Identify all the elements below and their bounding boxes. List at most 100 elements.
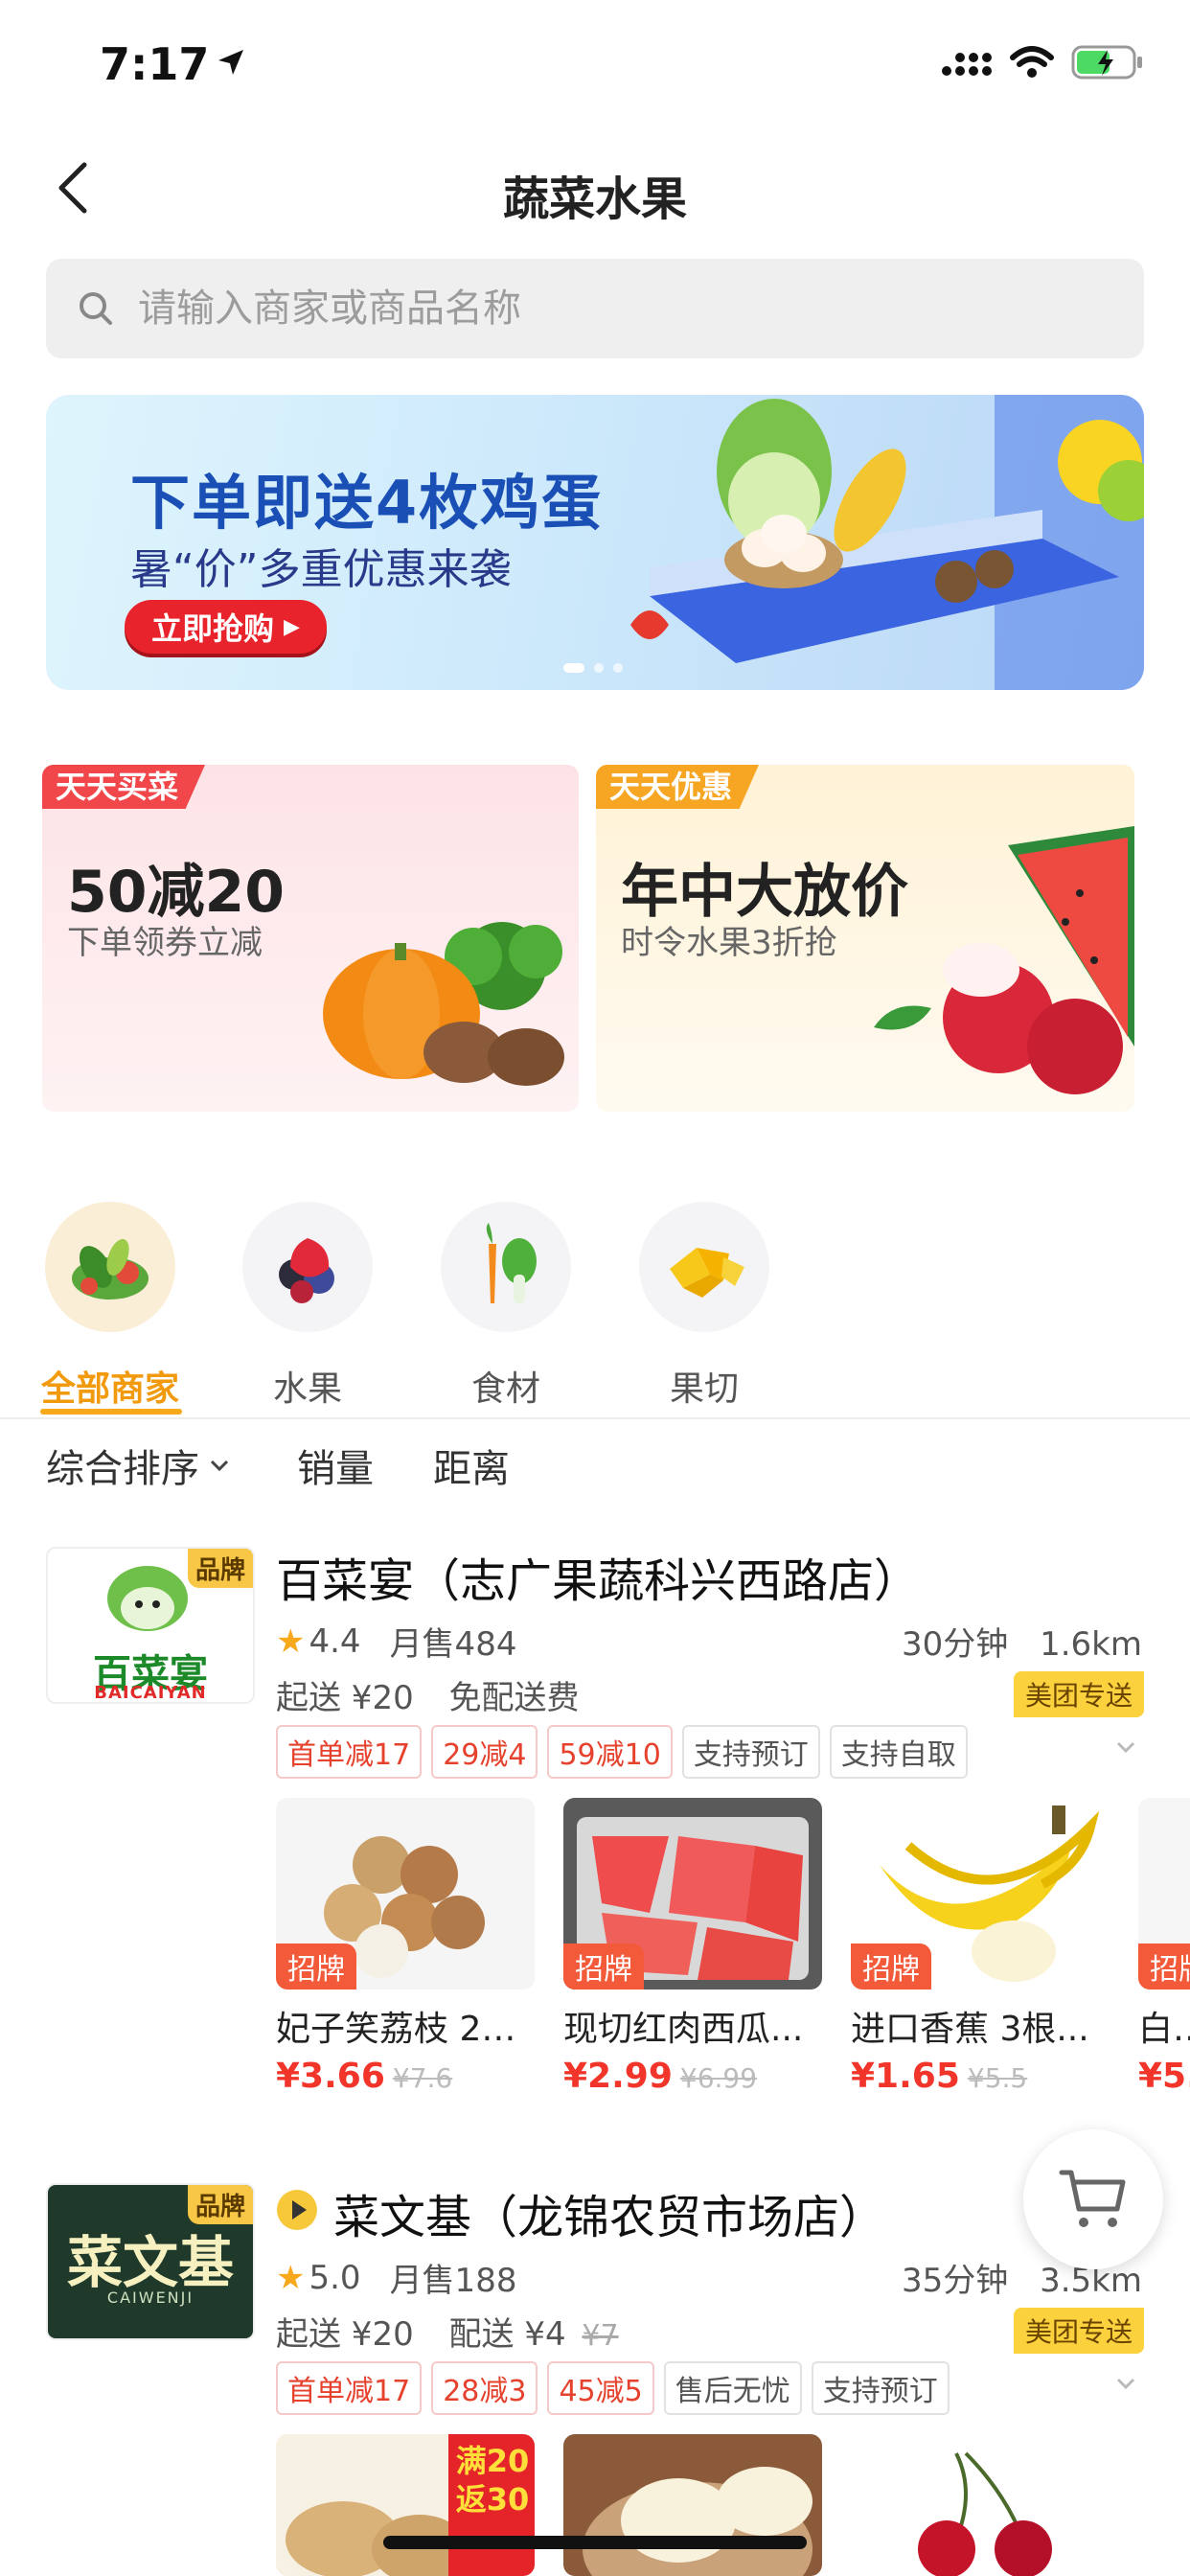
store-name[interactable]: 百菜宴（志广果蔬科兴西路店） bbox=[276, 1543, 920, 1610]
sort-comprehensive[interactable]: 综合排序 bbox=[46, 1438, 230, 1493]
store-delivery-info: 起送 ¥20 免配送费 bbox=[276, 1671, 580, 1718]
category-label: 果切 bbox=[669, 1369, 739, 1409]
banner-headline: 下单即送4枚鸡蛋 bbox=[130, 468, 604, 538]
product-name: 白心 bbox=[1138, 2010, 1190, 2049]
chevron-down-icon[interactable] bbox=[1115, 2377, 1136, 2390]
discount-tag: 28减3 bbox=[431, 2361, 538, 2415]
star-icon: ★ bbox=[276, 2258, 306, 2297]
service-tag: 支持预订 bbox=[811, 2361, 950, 2415]
logo-subtext: CAIWENJI bbox=[106, 2288, 195, 2307]
store-delivery-info: 起送 ¥20 配送 ¥4 ¥7 bbox=[276, 2308, 619, 2355]
category-icon-cut-fruit bbox=[639, 1202, 769, 1332]
monthly-sales: 月售188 bbox=[389, 2262, 517, 2300]
category-fruits[interactable]: 水果 bbox=[236, 1202, 379, 1411]
store-logo[interactable]: 菜文基 CAIWENJI 品牌 bbox=[46, 2183, 255, 2340]
star-icon: ★ bbox=[276, 1622, 306, 1661]
discount-tag: 首单减17 bbox=[276, 2361, 423, 2415]
product-price: ¥2.99 ¥6.99 bbox=[563, 2057, 822, 2096]
delivery-time: 30分钟 bbox=[902, 1625, 1009, 1664]
store-logo[interactable]: 百菜宴 BAICAIYAN 品牌 bbox=[46, 1547, 255, 1704]
product-name: 妃子笑荔枝 25... bbox=[276, 2010, 535, 2049]
service-tag: 售后无忧 bbox=[663, 2361, 802, 2415]
search-input[interactable] bbox=[136, 286, 1002, 332]
product-card[interactable] bbox=[851, 2434, 1110, 2576]
price: ¥5. bbox=[1138, 2057, 1190, 2096]
product-tag: 招牌 bbox=[276, 1944, 356, 1990]
category-all-stores[interactable]: 全部商家 bbox=[38, 1202, 182, 1411]
category-label: 全部商家 bbox=[40, 1369, 179, 1409]
price: ¥3.66 bbox=[276, 2057, 385, 2096]
rating-value: 5.0 bbox=[309, 2258, 361, 2297]
product-tag: 招牌 bbox=[851, 1944, 931, 1990]
berries-icon bbox=[279, 1238, 334, 1303]
min-order: 起送 ¥20 bbox=[276, 2315, 414, 2354]
promo-subtitle: 时令水果3折抢 bbox=[621, 924, 837, 962]
original-price: ¥6.99 bbox=[679, 2062, 758, 2094]
category-cut-fruit[interactable]: 果切 bbox=[632, 1202, 776, 1411]
wifi-icon bbox=[1010, 46, 1054, 78]
monthly-sales: 月售484 bbox=[389, 1625, 517, 1664]
product-card[interactable]: 满20 返30 bbox=[276, 2434, 535, 2576]
shopping-cart-icon bbox=[1059, 2170, 1126, 2227]
service-tag: 支持预订 bbox=[681, 1725, 820, 1779]
brand-tag: 品牌 bbox=[187, 2185, 253, 2224]
store-rating: ★ 4.4 月售484 bbox=[276, 1618, 516, 1665]
original-price: ¥7.6 bbox=[392, 2062, 453, 2094]
price: ¥2.99 bbox=[563, 2057, 673, 2096]
category-label: 水果 bbox=[272, 1369, 342, 1409]
promo-card-fruits[interactable]: 天天优惠 年中大放价 时令水果3折抢 bbox=[596, 765, 1134, 1112]
product-price: ¥1.65 ¥5.5 bbox=[851, 2057, 1110, 2096]
logo-text: 菜文基 bbox=[66, 2230, 234, 2295]
price: ¥1.65 bbox=[851, 2057, 960, 2096]
promo-card-vegetables[interactable]: 天天买菜 50减20 下单领券立减 bbox=[42, 765, 579, 1112]
product-price: ¥5. bbox=[1138, 2057, 1190, 2096]
play-right-icon: ▶ bbox=[284, 614, 300, 639]
buy-now-button[interactable]: 立即抢购 ▶ bbox=[125, 600, 327, 654]
video-play-icon[interactable] bbox=[276, 2189, 318, 2231]
carousel-dot bbox=[613, 663, 623, 673]
promo-banner[interactable]: 下单即送4枚鸡蛋 暑“价”多重优惠来袭 立即抢购 ▶ bbox=[46, 395, 1144, 690]
location-arrow-icon bbox=[218, 50, 243, 75]
status-icons bbox=[924, 44, 1144, 80]
delivery-time: 35分钟 bbox=[902, 2262, 1009, 2300]
discount-tag: 29减4 bbox=[431, 1725, 538, 1779]
product-image: 招牌 bbox=[276, 1798, 535, 1990]
category-icon-all bbox=[45, 1202, 175, 1332]
divider bbox=[0, 1417, 1190, 1419]
chevron-down-icon[interactable] bbox=[1115, 1740, 1136, 1754]
delivery-fee: 免配送费 bbox=[448, 1679, 580, 1717]
home-indicator[interactable] bbox=[383, 2536, 807, 2549]
product-card[interactable]: 招牌 妃子笑荔枝 25... ¥3.66 ¥7.6 bbox=[276, 1798, 535, 2096]
original-price: ¥5.5 bbox=[967, 2062, 1028, 2094]
store-name[interactable]: 菜文基（龙锦农贸市场店） bbox=[333, 2179, 885, 2246]
search-bar[interactable] bbox=[46, 259, 1144, 358]
product-image: 招牌 bbox=[1138, 1798, 1190, 1990]
product-card[interactable] bbox=[563, 2434, 822, 2576]
brand-tag: 品牌 bbox=[187, 1549, 253, 1588]
category-icon-fruits bbox=[242, 1202, 373, 1332]
product-card[interactable]: 招牌 白心 ¥5. bbox=[1138, 1798, 1190, 2096]
cart-button[interactable] bbox=[1023, 2129, 1163, 2269]
product-tag: 招牌 bbox=[563, 1944, 644, 1990]
discount-tag: 59减10 bbox=[547, 1725, 673, 1779]
sort-sales[interactable]: 销量 bbox=[297, 1438, 374, 1493]
search-icon bbox=[80, 292, 112, 325]
banner-subline: 暑“价”多重优惠来袭 bbox=[130, 545, 512, 594]
service-tag: 支持自取 bbox=[829, 1725, 968, 1779]
product-promo-text: 满20 返30 bbox=[455, 2443, 530, 2518]
store-time-distance: 30分钟 1.6km bbox=[902, 1618, 1142, 1665]
cherry-image bbox=[918, 2451, 1052, 2576]
banner-illustration bbox=[630, 395, 1144, 690]
delivery-fee: 配送 ¥4 bbox=[448, 2315, 566, 2354]
product-card[interactable]: 招牌 进口香蕉 3根... ¥1.65 ¥5.5 bbox=[851, 1798, 1110, 2096]
product-card[interactable]: 招牌 现切红肉西瓜... ¥2.99 ¥6.99 bbox=[563, 1798, 822, 2096]
rating-value: 4.4 bbox=[309, 1622, 361, 1661]
min-order: 起送 ¥20 bbox=[276, 1679, 414, 1717]
product-image: 招牌 bbox=[563, 1798, 822, 1990]
chevron-down-icon bbox=[210, 1460, 229, 1472]
sort-distance[interactable]: 距离 bbox=[433, 1438, 510, 1493]
store-tags: 首单减17 28减3 45减5 售后无忧 支持预订 bbox=[276, 2361, 950, 2415]
promo-tag: 天天买菜 bbox=[42, 765, 206, 809]
store-rating: ★ 5.0 月售188 bbox=[276, 2254, 516, 2301]
category-ingredients[interactable]: 食材 bbox=[434, 1202, 578, 1411]
